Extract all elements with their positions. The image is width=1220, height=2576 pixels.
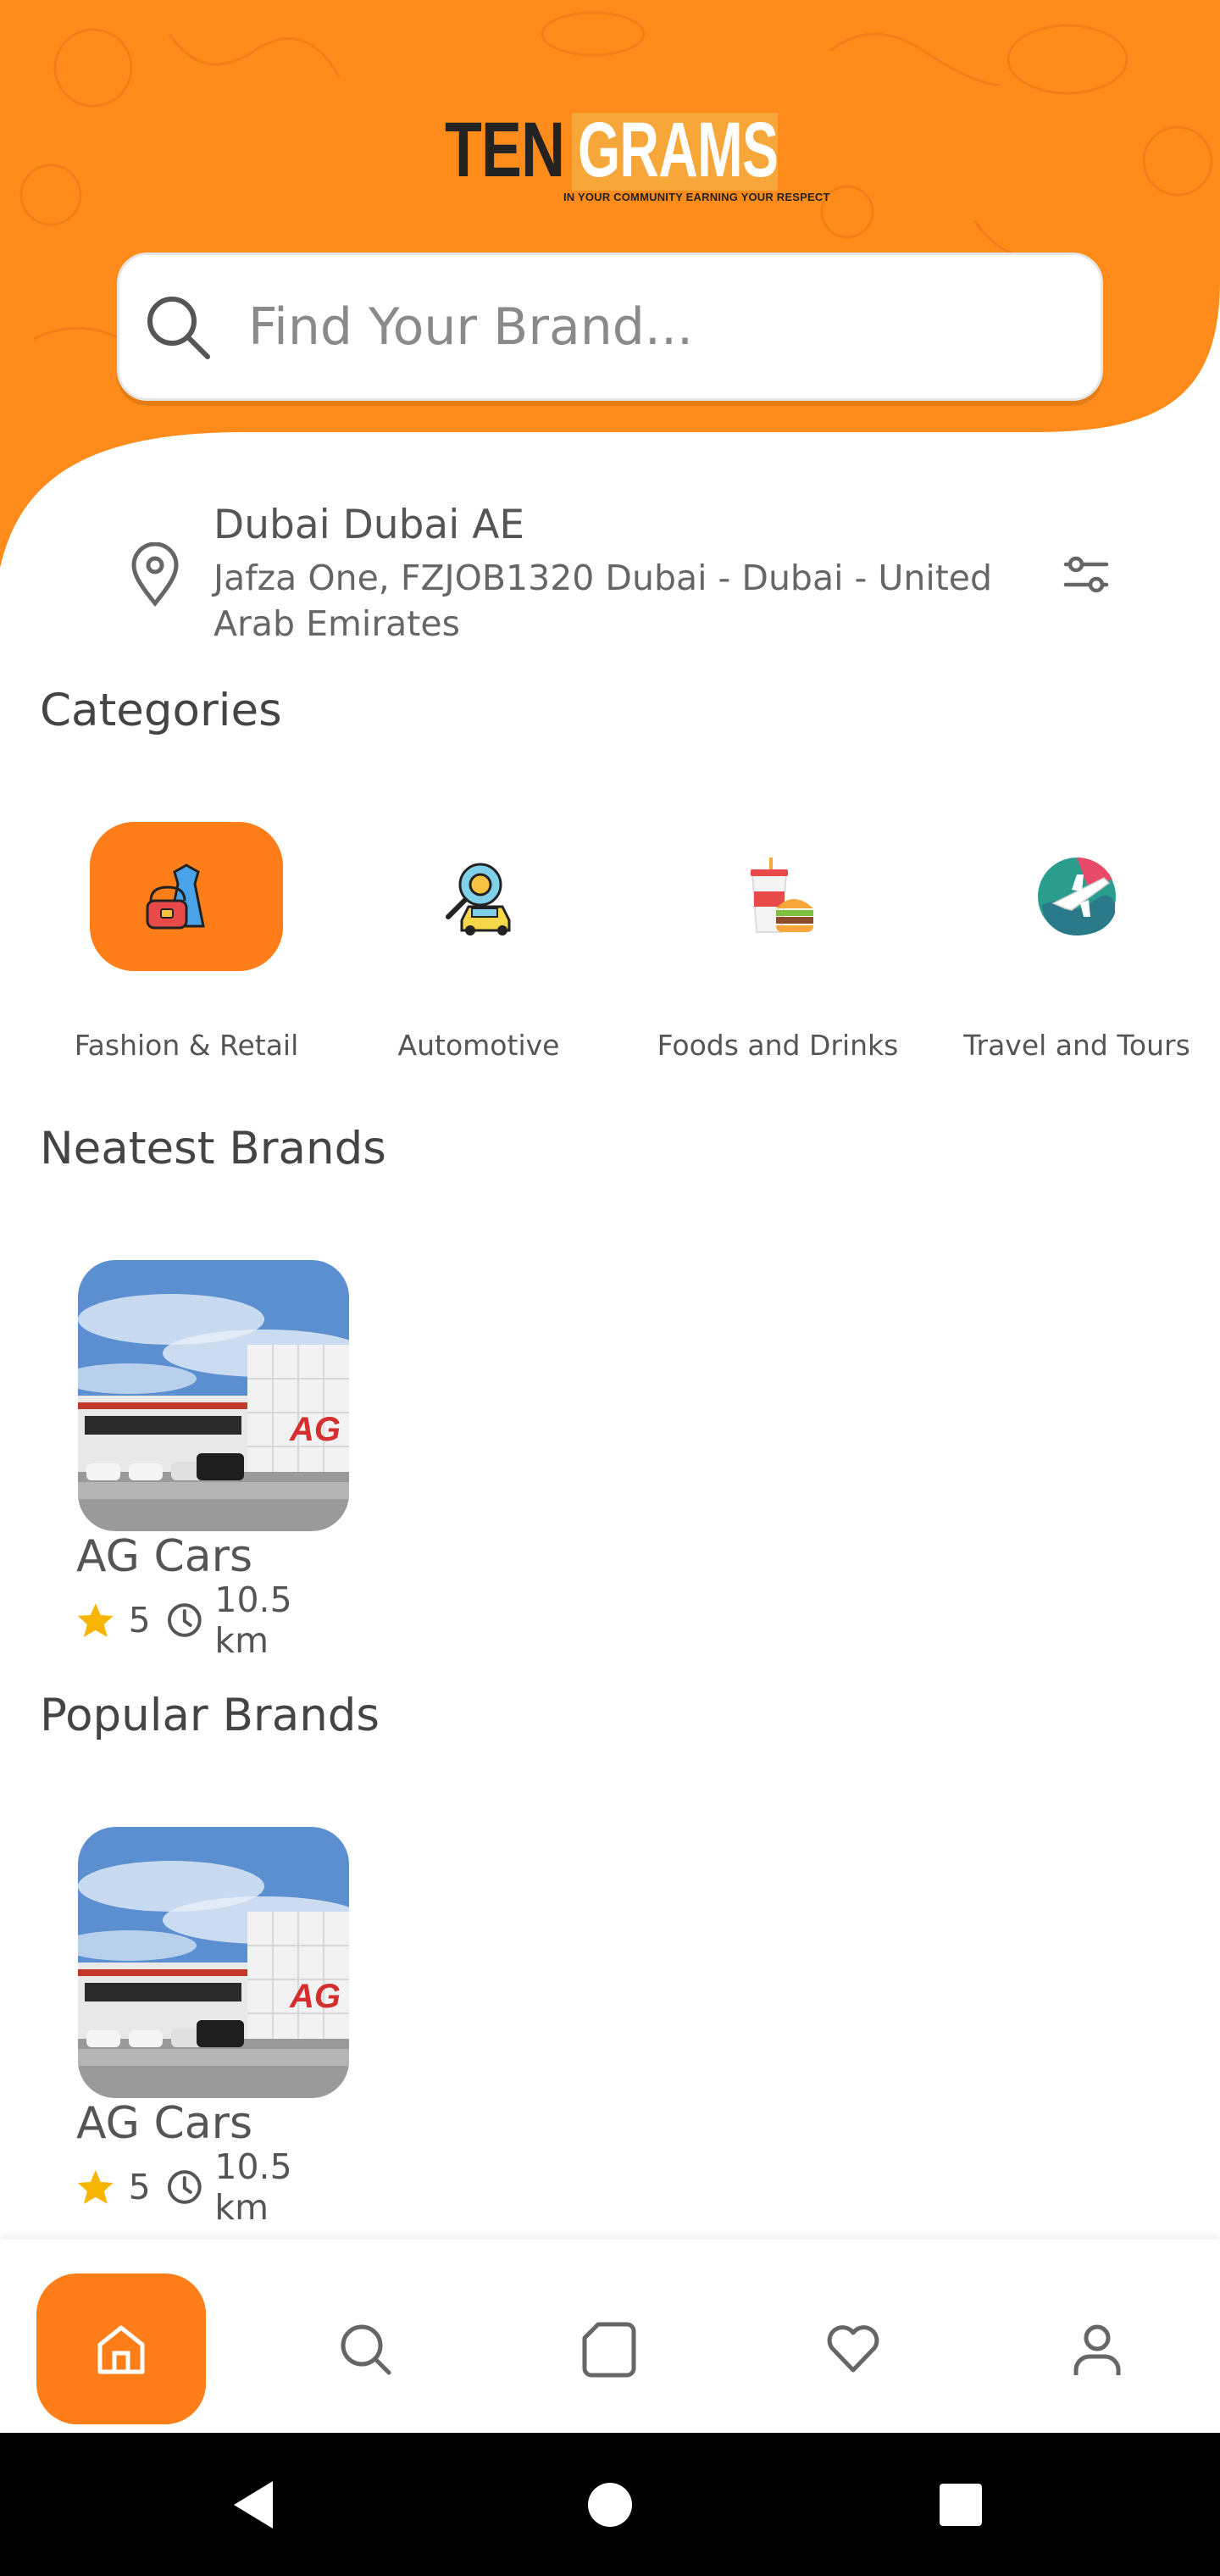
categories-title: Categories <box>40 685 282 736</box>
category-label: Fashion & Retail <box>74 1029 299 1062</box>
brand-card[interactable]: AG AG Cars 5 10.5 km <box>76 1260 356 1667</box>
category-tile-selected[interactable] <box>90 822 283 971</box>
heart-icon <box>827 2325 879 2373</box>
clock-icon <box>167 2170 202 2204</box>
recents-icon[interactable] <box>938 2482 984 2528</box>
category-travel-tours[interactable]: Travel and Tours <box>929 822 1220 1076</box>
brand-rating: 5 <box>128 2167 151 2207</box>
nav-search[interactable] <box>280 2273 450 2424</box>
brand-rating: 5 <box>128 1600 151 1641</box>
location-pin-icon <box>131 542 179 607</box>
brand-distance: 10.5 km <box>214 2146 292 2228</box>
brand-meta: 5 10.5 km <box>76 1579 356 1661</box>
system-navigation-bar <box>0 2433 1220 2576</box>
back-icon[interactable] <box>229 2478 280 2532</box>
category-tile[interactable] <box>382 822 575 971</box>
neatest-brands-title: Neatest Brands <box>40 1123 386 1174</box>
logo-text-grams: GRAMS <box>578 107 779 193</box>
category-tile[interactable] <box>681 822 874 971</box>
foods-drinks-icon <box>751 858 813 933</box>
home-circle-icon[interactable] <box>586 2481 634 2529</box>
star-icon <box>77 1603 114 1637</box>
home-icon <box>97 2325 145 2374</box>
logo-tagline: IN YOUR COMMUNITY EARNING YOUR RESPECT <box>563 191 830 203</box>
user-icon <box>1073 2324 1121 2375</box>
search-input[interactable] <box>247 289 1077 365</box>
search-icon <box>341 2324 391 2375</box>
category-tile[interactable] <box>980 822 1173 971</box>
nav-orders[interactable] <box>524 2273 694 2424</box>
photo-sign-text: AG <box>289 1411 341 1448</box>
brand-card[interactable]: AG AG Cars 5 10.5 km <box>76 1827 356 2234</box>
travel-tours-icon <box>1038 857 1116 935</box>
brand-distance: 10.5 km <box>214 1579 292 1661</box>
logo-text-ten: TEN <box>445 107 565 193</box>
filter-sliders-icon[interactable] <box>1052 542 1120 607</box>
brand-name: AG Cars <box>76 1531 253 1582</box>
bottom-navigation <box>0 2240 1220 2433</box>
brand-photo[interactable]: AG <box>78 1827 349 2098</box>
popular-brands-title: Popular Brands <box>40 1690 380 1741</box>
app-logo: TEN GRAMS IN YOUR COMMUNITY EARNING YOUR… <box>441 106 829 212</box>
brand-photo[interactable]: AG <box>78 1260 349 1531</box>
category-label: Automotive <box>397 1029 560 1062</box>
fashion-retail-icon <box>146 863 205 930</box>
brand-name: AG Cars <box>76 2098 253 2149</box>
category-label: Foods and Drinks <box>657 1029 899 1062</box>
category-automotive[interactable]: Automotive <box>330 822 627 1076</box>
clock-icon <box>167 1603 202 1637</box>
search-icon <box>147 297 210 359</box>
brand-search-bar[interactable] <box>117 253 1103 401</box>
category-fashion-retail[interactable]: Fashion & Retail <box>38 822 335 1076</box>
star-icon <box>77 2170 114 2204</box>
category-label: Travel and Tours <box>963 1029 1190 1062</box>
brand-meta: 5 10.5 km <box>76 2146 356 2228</box>
bag-icon <box>582 2322 636 2378</box>
category-foods-drinks[interactable]: Foods and Drinks <box>629 822 926 1076</box>
automotive-icon <box>446 863 511 935</box>
nav-profile[interactable] <box>1012 2273 1182 2424</box>
location-address[interactable]: Jafza One, FZJOB1320 Dubai - Dubai - Uni… <box>214 555 1010 647</box>
nav-favorites[interactable] <box>768 2273 938 2424</box>
photo-sign-text: AG <box>289 1978 341 2015</box>
nav-home[interactable] <box>36 2273 206 2424</box>
location-title[interactable]: Dubai Dubai AE <box>214 502 524 548</box>
